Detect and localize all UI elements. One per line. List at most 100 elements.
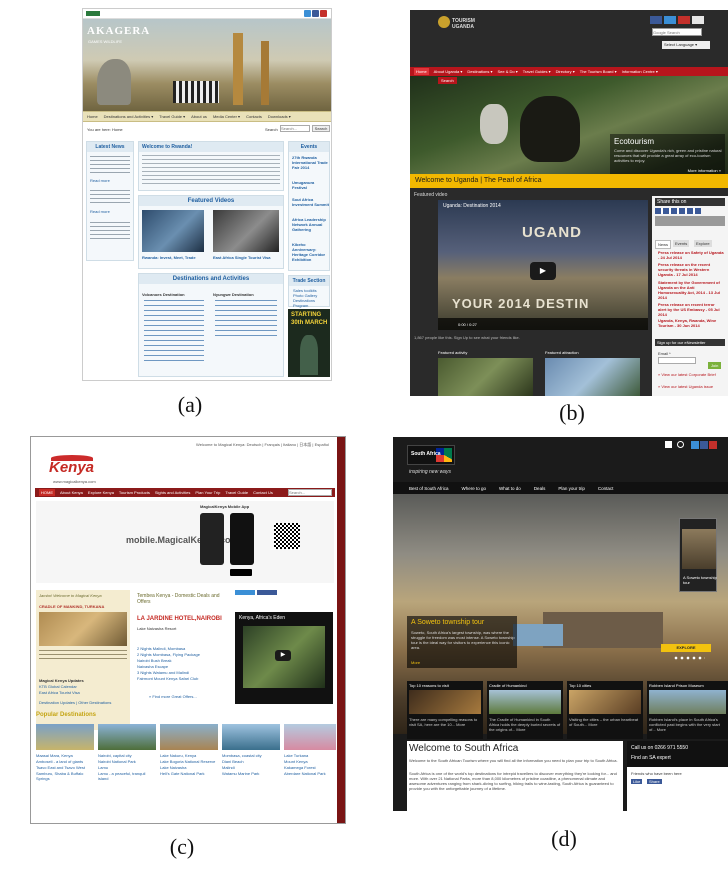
- nav-tourism-board[interactable]: The Tourism Board ▾: [580, 69, 617, 74]
- tab-news[interactable]: News: [655, 240, 672, 249]
- popular-link-2d[interactable]: Lamu - a peaceful, tranquil island: [98, 771, 156, 781]
- turkana-image[interactable]: [39, 612, 127, 646]
- video-caption-1[interactable]: Rwanda: Invest, Meet, Trade: [142, 255, 196, 260]
- news-item-4[interactable]: Press release on recent terror alert by …: [658, 302, 724, 317]
- nav-deals[interactable]: Deals: [534, 486, 546, 491]
- share-button[interactable]: Share: [647, 779, 662, 784]
- event-1[interactable]: 27th Rwanda International Trade Fair 201…: [292, 155, 329, 170]
- deal-1[interactable]: Lake Naivasha Resort: [137, 626, 227, 631]
- video-thumbnail-1[interactable]: [142, 210, 204, 252]
- popular-link-1c[interactable]: Tsavo East and Tsavo West: [36, 765, 94, 770]
- update-1[interactable]: KTB Global Calendar: [39, 684, 77, 689]
- news-item-3[interactable]: Statement by the Government of Uganda on…: [658, 280, 724, 300]
- popular-image-3[interactable]: [160, 724, 218, 750]
- flickr-icon[interactable]: [692, 16, 704, 24]
- nav-products[interactable]: Tourism Products: [119, 490, 150, 495]
- nav-plan[interactable]: Plan Your Trip: [195, 490, 220, 495]
- carousel-dots[interactable]: [673, 656, 705, 660]
- card-2[interactable]: Cradle of Humankind The Cradle of Humank…: [487, 681, 563, 739]
- qr-code[interactable]: [274, 523, 300, 549]
- event-3[interactable]: Sout Africa Investment Summit: [292, 197, 329, 207]
- tab-explore[interactable]: Explore: [694, 240, 712, 247]
- twitter-icon[interactable]: [304, 10, 311, 17]
- youtube-icon[interactable]: [709, 441, 717, 449]
- language-links[interactable]: Welcome to Magical Kenya: Deutsch | Fran…: [196, 442, 329, 447]
- nav-home[interactable]: HOME: [39, 489, 55, 496]
- popular-link-2[interactable]: Nairobi, capital city: [98, 753, 156, 758]
- facebook-icon[interactable]: [700, 441, 708, 449]
- popular-link-4b[interactable]: Diani Beach: [222, 759, 280, 764]
- nav-travel-guides[interactable]: Travel Guides ▾: [523, 69, 551, 74]
- popular-link-4d[interactable]: Watamu Marine Park: [222, 771, 280, 776]
- popular-link-1d[interactable]: Samburu, Shaba & Buffalo Springs: [36, 771, 94, 781]
- popular-link-3b[interactable]: Lake Bogoria National Reserve: [160, 759, 218, 764]
- search-input[interactable]: [288, 489, 332, 496]
- expert-text[interactable]: Find an SA expert: [631, 755, 671, 761]
- nav-where-to-go[interactable]: Where to go: [462, 486, 487, 491]
- volcanoes-links[interactable]: [144, 300, 204, 362]
- search-icon[interactable]: [677, 441, 684, 448]
- play-icon[interactable]: ▶: [275, 650, 291, 661]
- deal-3[interactable]: 2 Nights Mombasa, Flying Package: [137, 652, 200, 657]
- read-more-link-2[interactable]: Read more: [90, 209, 110, 214]
- popular-link-5d[interactable]: Aberdare National Park: [284, 771, 336, 776]
- nav-destinations[interactable]: Destinations and Activities ▾: [104, 114, 154, 119]
- like-button[interactable]: Like: [631, 779, 643, 784]
- popular-image-1[interactable]: [36, 724, 94, 750]
- event-5[interactable]: Kibeho Anniversary: Heritage Corridor Ex…: [292, 242, 329, 262]
- nav-about[interactable]: About Kenya: [60, 490, 83, 495]
- deal-2[interactable]: 2 Nights Malindi, Mombasa: [137, 646, 185, 651]
- home-icon[interactable]: [665, 441, 672, 448]
- featured-activity-image[interactable]: [438, 358, 533, 396]
- twitter-icon[interactable]: [664, 16, 676, 24]
- facebook-icon[interactable]: [312, 10, 319, 17]
- video-player[interactable]: Uganda: Destination 2014 UGAND ▶ YOUR 20…: [438, 200, 648, 330]
- search-input[interactable]: [280, 125, 310, 132]
- popular-image-2[interactable]: [98, 724, 156, 750]
- deal-6[interactable]: 3 Nights Watamu and Malindi: [137, 670, 189, 675]
- popular-link-3d[interactable]: Hell's Gate National Park: [160, 771, 218, 776]
- nav-sights[interactable]: Sights and Activities: [155, 490, 191, 495]
- nav-guide[interactable]: Travel Guide: [225, 490, 248, 495]
- nav-travel-guide[interactable]: Travel Guide ▾: [159, 114, 185, 119]
- popular-image-5[interactable]: [284, 724, 336, 750]
- twitter-icon[interactable]: [691, 441, 699, 449]
- card-1[interactable]: Top 10 reasons to visit There are many c…: [407, 681, 483, 739]
- starting-ad-banner[interactable]: STARTING 30th MARCH: [288, 309, 330, 377]
- nav-search[interactable]: Search: [438, 77, 457, 84]
- more-offers-link[interactable]: » Find more Great Offers...: [149, 694, 197, 699]
- card-4[interactable]: Robben Island Prison Museum Robben Islan…: [647, 681, 728, 739]
- video-thumbnail-2[interactable]: [213, 210, 279, 252]
- sa-logo-box[interactable]: South Africa: [407, 445, 455, 465]
- popular-link-2c[interactable]: Lamu: [98, 765, 156, 770]
- nav-contact[interactable]: Contact: [598, 486, 614, 491]
- card-3[interactable]: Top 10 cities Visiting the cities – the …: [567, 681, 643, 739]
- kenya-logo[interactable]: Kenya: [49, 459, 94, 476]
- facebook-icon[interactable]: [257, 590, 277, 595]
- uganda-issue-link[interactable]: » View our latest Uganda issue: [658, 384, 724, 389]
- play-icon[interactable]: ▶: [530, 262, 556, 280]
- popular-link-5[interactable]: Lake Turkana: [284, 753, 336, 758]
- read-more-link[interactable]: Read more: [90, 178, 110, 183]
- deal-7[interactable]: Fairmont Mount Kenya Safari Club: [137, 676, 198, 681]
- nav-about[interactable]: About us: [191, 114, 207, 119]
- nav-best-of[interactable]: Best of South Africa: [409, 486, 449, 491]
- nav-destinations[interactable]: Destinations ▾: [467, 69, 492, 74]
- nav-about[interactable]: About Uganda ▾: [434, 69, 463, 74]
- search-button[interactable]: Search: [312, 125, 330, 132]
- update-2[interactable]: East Africa Tourist Visa: [39, 690, 80, 695]
- join-button[interactable]: Join: [708, 362, 722, 369]
- corporate-brief-link[interactable]: » View our latest Corporate Brief: [658, 372, 724, 377]
- nav-plan-trip[interactable]: Plan your trip: [558, 486, 585, 491]
- email-input[interactable]: [658, 357, 696, 364]
- nav-downloads[interactable]: Downloads ▾: [268, 114, 291, 119]
- video-player[interactable]: Kenya, Africa's Eden ▶: [235, 612, 333, 704]
- nav-contact[interactable]: Contact Us: [253, 490, 273, 495]
- google-search-input[interactable]: [652, 28, 702, 36]
- popular-link-1b[interactable]: Amboseli - a land of giants: [36, 759, 94, 764]
- app-store-badge[interactable]: [230, 569, 252, 576]
- nav-home[interactable]: Home: [414, 68, 429, 75]
- event-4[interactable]: Africa Leadership Network Annual Gatheri…: [292, 217, 329, 232]
- nyungwe-links[interactable]: [215, 300, 277, 340]
- tab-events[interactable]: Events: [673, 240, 690, 247]
